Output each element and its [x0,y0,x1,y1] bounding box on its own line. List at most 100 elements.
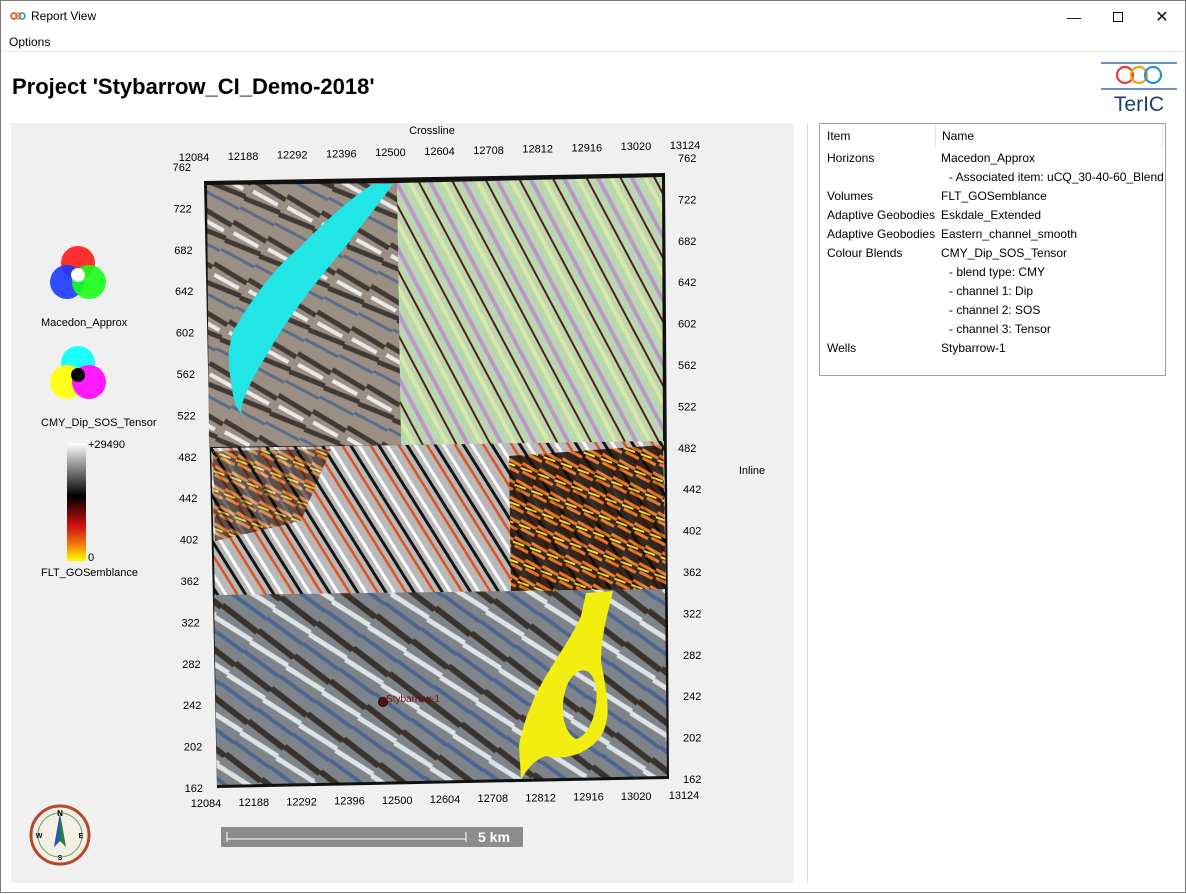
right-tick-label: 362 [683,567,701,579]
row-item: Volumes [827,189,874,203]
table-row[interactable]: - channel 3: Tensor [820,322,1165,341]
right-tick-label: 642 [678,277,696,289]
table-row[interactable]: - channel 2: SOS [820,303,1165,322]
left-tick-label: 762 [173,162,191,174]
row-item: Wells [827,341,857,355]
left-tick-label: 482 [178,452,196,464]
right-tick-label: 202 [683,733,701,745]
top-tick-label: 12292 [277,150,308,162]
row-item: Adaptive Geobodies [827,227,936,241]
logo-text: TerIC [1114,93,1164,115]
row-name: FLT_GOSemblance [941,189,1047,203]
close-button[interactable]: ✕ [1139,1,1185,32]
bottom-tick-label: 13124 [669,790,700,802]
well-label: Stybarrow-1 [386,694,440,705]
right-tick-label: 482 [678,443,696,455]
bottom-tick-label: 12916 [573,792,604,804]
column-header-item[interactable]: Item [820,124,936,148]
left-tick-label: 602 [176,328,194,340]
rgb-legend-label: Macedon_Approx [41,317,128,329]
row-name: CMY_Dip_SOS_Tensor [941,246,1068,260]
table-row[interactable]: - blend type: CMY [820,265,1165,284]
row-item: Horizons [827,151,875,165]
seismic-slice-top-right [397,177,663,445]
right-tick-label: 162 [683,774,701,786]
bottom-tick-label: 12396 [334,796,365,808]
table-row[interactable]: Wells Stybarrow-1 [820,341,1165,360]
left-tick-label: 722 [173,203,191,215]
row-item: Adaptive Geobodies [827,208,936,222]
top-tick-label: 13020 [621,141,652,153]
table-row[interactable]: Adaptive Geobodies Eastern_channel_smooth [820,227,1165,246]
table-row[interactable]: Colour Blends CMY_Dip_SOS_Tensor [820,246,1165,265]
panel-divider[interactable] [807,123,808,883]
seismic-slice-top-left [207,183,401,447]
left-tick-label: 562 [177,369,195,381]
left-tick-label: 682 [174,245,192,257]
right-tick-label: 322 [683,608,701,620]
top-tick-label: 12708 [473,145,504,157]
right-tick-label: 522 [678,401,696,413]
scale-label: 5 km [478,829,510,845]
column-header-name[interactable]: Name [935,124,1163,148]
rgb-blend-icon [50,246,106,299]
right-tick-label: 562 [678,360,696,372]
bottom-tick-label: 12292 [286,796,317,808]
bottom-tick-label: 12604 [430,794,461,806]
bottom-tick-label: 13020 [621,791,652,803]
maximize-icon [1113,11,1123,22]
top-tick-label: 12812 [522,144,553,156]
bottom-tick-label: 12708 [478,793,509,805]
row-name: Macedon_Approx [941,151,1036,165]
top-tick-label: 13124 [670,140,701,152]
top-tick-label: 12396 [326,148,357,160]
row-name: - Associated item: uCQ_30-40-60_Blend [949,170,1164,184]
row-name: Eskdale_Extended [941,208,1042,222]
compass-icon: N S W E [29,804,91,866]
minimize-icon: — [1067,8,1081,25]
left-tick-label: 202 [184,742,202,754]
cmy-legend-label: CMY_Dip_SOS_Tensor [41,417,157,429]
left-tick-label: 402 [180,535,198,547]
bottom-tick-label: 12500 [382,795,413,807]
report-info-table: Item Name Horizons Macedon_Approx - Associ… [819,123,1166,376]
left-tick-label: 322 [181,617,199,629]
svg-text:S: S [58,855,63,862]
bottom-tick-label: 12084 [191,798,222,810]
row-name: - channel 1: Dip [949,284,1034,298]
maximize-button[interactable] [1095,1,1141,32]
table-row[interactable]: Adaptive Geobodies Eskdale_Extended [820,208,1165,227]
table-row[interactable]: - Associated item: uCQ_30-40-60_Blend [820,170,1165,189]
row-name: - blend type: CMY [949,265,1046,279]
colorbar-max: +29490 [88,439,125,451]
left-tick-label: 442 [179,493,197,505]
report-view-window: Report View — ✕ Options Project 'Stybarr… [0,0,1186,893]
top-tick-label: 12604 [424,146,455,158]
left-tick-label: 522 [177,410,195,422]
right-tick-label: 602 [678,319,696,331]
table-row[interactable]: Horizons Macedon_Approx [820,151,1165,170]
top-axis-title: Crossline [409,125,455,137]
left-tick-label: 162 [185,783,203,795]
svg-text:W: W [36,833,43,840]
left-tick-label: 642 [175,286,193,298]
right-axis-title: Inline [739,465,765,477]
right-tick-label: 762 [678,153,696,165]
left-tick-label: 362 [181,576,199,588]
left-tick-label: 282 [182,659,200,671]
svg-text:N: N [57,809,63,818]
geoteric-logo: TerIC [1101,62,1177,115]
row-name: - channel 2: SOS [949,303,1041,317]
bottom-tick-label: 12812 [525,792,556,804]
right-tick-label: 442 [683,484,701,496]
svg-text:E: E [79,833,84,840]
minimize-button[interactable]: — [1051,1,1097,32]
right-tick-label: 282 [683,650,701,662]
table-row[interactable]: Volumes FLT_GOSemblance [820,189,1165,208]
top-tick-label: 12916 [572,142,603,154]
row-name: Eastern_channel_smooth [941,227,1078,241]
cmy-blend-icon [50,346,106,399]
colorbar [67,443,86,561]
table-row[interactable]: - channel 1: Dip [820,284,1165,303]
right-tick-label: 682 [678,236,696,248]
